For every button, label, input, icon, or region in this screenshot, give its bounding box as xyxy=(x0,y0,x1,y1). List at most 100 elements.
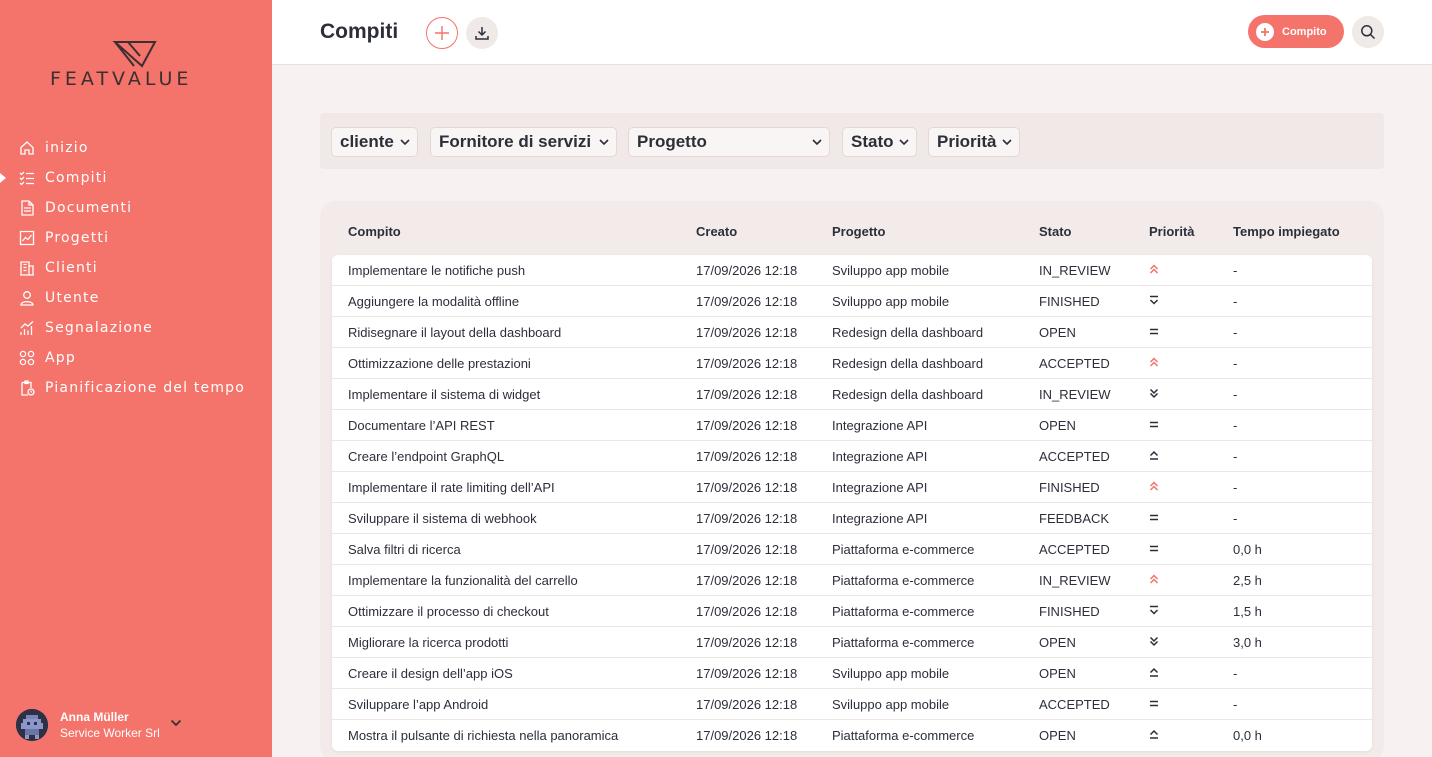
time-spent: - xyxy=(1233,697,1238,712)
created-date: 17/09/2026 12:18 xyxy=(696,573,798,588)
filter-label: Priorità xyxy=(937,132,997,151)
time-spent: 2,5 h xyxy=(1233,573,1262,588)
filter-progetto[interactable]: Progetto xyxy=(628,127,830,157)
project-name: Sviluppo app mobile xyxy=(832,294,950,309)
priority-high-icon xyxy=(1149,729,1159,739)
column-header-priorita[interactable]: Priorità xyxy=(1149,224,1195,239)
priority-cell xyxy=(1148,449,1160,461)
created-date: 17/09/2026 12:18 xyxy=(696,294,798,309)
table-row[interactable]: Implementare le notifiche push 17/09/2026… xyxy=(332,255,1372,286)
add-task-icon-button[interactable] xyxy=(426,17,458,49)
priority-cell xyxy=(1148,697,1160,709)
priority-cell xyxy=(1148,325,1160,337)
project-name: Piattaforma e-commerce xyxy=(832,573,975,588)
priority-cell xyxy=(1148,294,1160,306)
column-header-creato[interactable]: Creato xyxy=(696,224,737,239)
priority-low-icon xyxy=(1149,605,1159,615)
task-name: Implementare il sistema di widget xyxy=(348,387,541,402)
priority-cell xyxy=(1148,666,1160,678)
project-name: Redesign della dashboard xyxy=(832,356,984,371)
sidebar-item-compiti[interactable]: Compiti xyxy=(0,163,272,193)
table-body: Implementare le notifiche push 17/09/2026… xyxy=(332,255,1372,751)
priority-cell xyxy=(1148,263,1160,275)
column-header-stato[interactable]: Stato xyxy=(1039,224,1072,239)
sidebar-item-app[interactable]: App xyxy=(0,343,272,373)
priority-lowest-icon xyxy=(1149,388,1159,399)
time-spent: - xyxy=(1233,449,1238,464)
priority-medium-icon xyxy=(1150,421,1158,428)
table-row[interactable]: Mostra il pulsante di richiesta nella pa… xyxy=(332,720,1372,751)
sidebar-item-utente[interactable]: Utente xyxy=(0,283,272,313)
status-badge: ACCEPTED xyxy=(1039,697,1110,712)
column-header-compito[interactable]: Compito xyxy=(348,224,401,239)
priority-cell xyxy=(1148,418,1160,430)
column-header-tempo[interactable]: Tempo impiegato xyxy=(1233,224,1340,239)
created-date: 17/09/2026 12:18 xyxy=(696,542,798,557)
task-name: Documentare l’API REST xyxy=(348,418,495,433)
table-row[interactable]: Creare l’endpoint GraphQL 17/09/2026 12:1… xyxy=(332,441,1372,472)
task-name: Sviluppare l’app Android xyxy=(348,697,489,712)
sidebar-item-inizio[interactable]: inizio xyxy=(0,133,272,163)
status-badge: OPEN xyxy=(1039,728,1076,743)
priority-high-icon xyxy=(1149,667,1159,677)
filter-label: Fornitore di servizi xyxy=(439,132,592,151)
sidebar-item-documenti[interactable]: Documenti xyxy=(0,193,272,223)
sidebar-item-label: Clienti xyxy=(45,260,98,276)
sidebar-item-label: Documenti xyxy=(45,200,133,216)
sidebar-item-clienti[interactable]: Clienti xyxy=(0,253,272,283)
status-badge: IN_REVIEW xyxy=(1039,573,1111,588)
table-row[interactable]: Creare il design dell’app iOS 17/09/2026 … xyxy=(332,658,1372,689)
table-row[interactable]: Migliorare la ricerca prodotti 17/09/2026… xyxy=(332,627,1372,658)
chevron-down-icon xyxy=(1002,138,1012,145)
created-date: 17/09/2026 12:18 xyxy=(696,728,798,743)
table-row[interactable]: Salva filtri di ricerca 17/09/2026 12:18 P… xyxy=(332,534,1372,565)
table-row[interactable]: Implementare il rate limiting dell’API 17… xyxy=(332,472,1372,503)
sidebar-item-label: Segnalazione xyxy=(45,320,153,336)
filter-stato[interactable]: Stato xyxy=(842,127,917,157)
status-badge: FEEDBACK xyxy=(1039,511,1110,526)
table-row[interactable]: Sviluppare l’app Android 17/09/2026 12:18… xyxy=(332,689,1372,720)
created-date: 17/09/2026 12:18 xyxy=(696,325,798,340)
table-row[interactable]: Ridisegnare il layout della dashboard 17/… xyxy=(332,317,1372,348)
table-row[interactable]: Ottimizzazione delle prestazioni 17/09/20… xyxy=(332,348,1372,379)
status-badge: FINISHED xyxy=(1039,604,1100,619)
priority-highest-icon xyxy=(1149,481,1159,491)
filter-fornitore[interactable]: Fornitore di servizi xyxy=(430,127,617,157)
priority-cell xyxy=(1148,542,1160,554)
filter-cliente[interactable]: cliente xyxy=(331,127,418,157)
task-name: Migliorare la ricerca prodotti xyxy=(348,635,509,650)
table-row[interactable]: Documentare l’API REST 17/09/2026 12:18 In… xyxy=(332,410,1372,441)
created-date: 17/09/2026 12:18 xyxy=(696,356,798,371)
table-row[interactable]: Aggiungere la modalità offline 17/09/2026… xyxy=(332,286,1372,317)
task-name: Aggiungere la modalità offline xyxy=(348,294,520,309)
filter-priorita[interactable]: Priorità xyxy=(928,127,1020,157)
clipboard-clock-icon xyxy=(18,379,36,397)
download-button[interactable] xyxy=(466,17,498,49)
search-button[interactable] xyxy=(1352,16,1384,48)
sidebar-item-label: Pianificazione del tempo xyxy=(45,380,246,396)
column-header-progetto[interactable]: Progetto xyxy=(832,224,885,239)
sidebar: FEATVALUE inizio Compiti Documenti Proge… xyxy=(0,0,272,757)
new-task-button[interactable]: Compito xyxy=(1248,15,1344,48)
table-row[interactable]: Sviluppare il sistema di webhook 17/09/20… xyxy=(332,503,1372,534)
new-task-label: Compito xyxy=(1282,25,1327,38)
priority-lowest-icon xyxy=(1149,636,1159,647)
task-name: Mostra il pulsante di richiesta nella pa… xyxy=(348,728,619,743)
sidebar-item-segnalazione[interactable]: Segnalazione xyxy=(0,313,272,343)
chevron-down-icon[interactable] xyxy=(170,714,182,732)
logo-text: FEATVALUE xyxy=(50,68,193,90)
table-row[interactable]: Implementare il sistema di widget 17/09/2… xyxy=(332,379,1372,410)
sidebar-item-progetti[interactable]: Progetti xyxy=(0,223,272,253)
page-title: Compiti xyxy=(320,20,399,43)
chevron-down-icon xyxy=(599,138,609,145)
project-name: Redesign della dashboard xyxy=(832,325,984,340)
plus-icon xyxy=(435,26,449,40)
table-row[interactable]: Ottimizzare il processo di checkout 17/09… xyxy=(332,596,1372,627)
status-badge: FINISHED xyxy=(1039,480,1100,495)
logo[interactable]: FEATVALUE xyxy=(50,40,225,90)
sidebar-item-pianificazione[interactable]: Pianificazione del tempo xyxy=(0,373,272,403)
user-menu[interactable]: Anna Müller Service Worker Srl xyxy=(16,709,182,741)
project-name: Piattaforma e-commerce xyxy=(832,728,975,743)
table-row[interactable]: Implementare la funzionalità del carrell… xyxy=(332,565,1372,596)
user-icon xyxy=(18,289,36,307)
